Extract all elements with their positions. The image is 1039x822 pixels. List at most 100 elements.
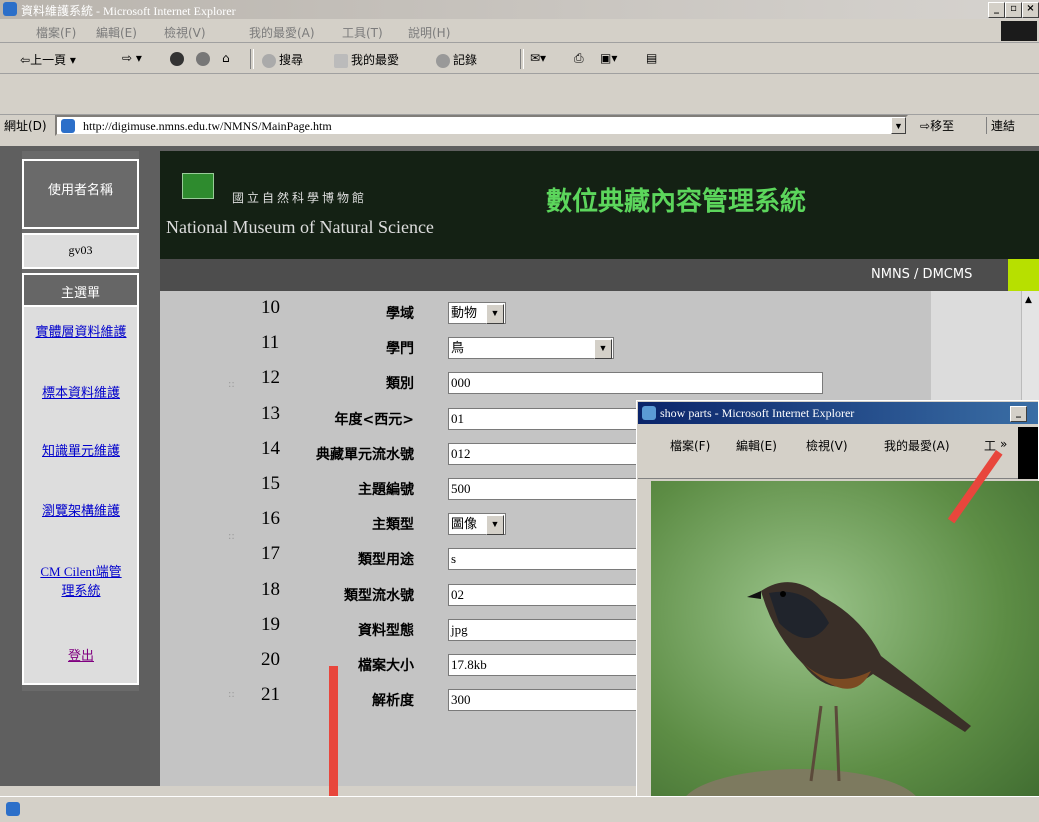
museum-logo-icon bbox=[182, 173, 214, 199]
menu-favorites[interactable]: 我的最愛(A) bbox=[249, 24, 315, 41]
toolbar-separator bbox=[250, 49, 254, 69]
field-select[interactable]: 圖像 ▼ bbox=[448, 513, 506, 536]
field-value: 動物 bbox=[451, 305, 478, 320]
field-value: 000 bbox=[451, 375, 471, 391]
go-label: 移至 bbox=[930, 119, 955, 133]
menu-edit[interactable]: 編輯(E) bbox=[96, 24, 137, 41]
back-label: 上一頁 bbox=[30, 53, 67, 67]
field-input[interactable]: 000 bbox=[448, 372, 823, 395]
popup-menu-edit[interactable]: 編輯(E) bbox=[736, 437, 777, 454]
search-icon bbox=[262, 53, 276, 68]
menu-help[interactable]: 說明(H) bbox=[408, 24, 450, 41]
window-title: 資料維護系統 - Microsoft Internet Explorer bbox=[21, 4, 236, 18]
chevron-down-icon[interactable]: ▼ bbox=[486, 304, 504, 324]
windows-logo-icon bbox=[1001, 21, 1037, 41]
popup-window: show parts - Microsoft Internet Explorer… bbox=[636, 400, 1039, 822]
mail-icon[interactable]: ✉▾ bbox=[530, 51, 546, 65]
sidebar: 使用者名稱 gv03 主選單 實體層資料維護 標本資料維護 知識單元維護 瀏覽架… bbox=[22, 151, 139, 691]
field-value: jpg bbox=[451, 621, 468, 637]
address-dropdown-icon[interactable]: ▼ bbox=[891, 117, 906, 134]
menu-tools[interactable]: 工具(T) bbox=[342, 24, 383, 41]
popup-title: show parts - Microsoft Internet Explorer bbox=[660, 406, 855, 420]
main-menu-label: 主選單 bbox=[22, 273, 139, 307]
forward-button[interactable]: ⇨ ▾ bbox=[122, 51, 142, 65]
go-button[interactable]: ⇨移至 bbox=[920, 117, 954, 134]
user-name: gv03 bbox=[22, 233, 139, 269]
page-icon bbox=[61, 119, 75, 133]
form-row: 11 學門鳥 ▼ bbox=[160, 332, 931, 367]
breadcrumb: NMNS / DMCMS bbox=[871, 267, 973, 282]
history-button[interactable]: 記錄 bbox=[436, 51, 477, 68]
field-value: 鳥 bbox=[451, 340, 465, 356]
status-bar bbox=[0, 796, 1039, 822]
sidebar-item-physical-data[interactable]: 實體層資料維護 bbox=[34, 321, 128, 340]
links-button[interactable]: 連結 bbox=[986, 117, 1015, 134]
sidebar-item-knowledge-unit[interactable]: 知識單元維護 bbox=[34, 440, 128, 459]
discuss-icon[interactable]: ▤ bbox=[646, 51, 657, 65]
bird-image bbox=[681, 582, 971, 809]
row-number: 19 bbox=[261, 613, 280, 635]
refresh-icon[interactable] bbox=[196, 51, 213, 66]
favorites-button[interactable]: 我的最愛 bbox=[334, 51, 399, 68]
sidebar-item-logout[interactable]: 登出 bbox=[34, 645, 128, 664]
popup-menu-file[interactable]: 檔案(F) bbox=[670, 437, 710, 454]
history-icon bbox=[436, 53, 450, 68]
sub-header: NMNS / DMCMS bbox=[160, 259, 1039, 291]
field-value: s bbox=[451, 551, 457, 567]
search-label: 搜尋 bbox=[279, 53, 304, 67]
popup-menu-chevron-icon[interactable]: » bbox=[1000, 437, 1007, 451]
back-button[interactable]: ⇦上一頁 ▾ bbox=[20, 51, 76, 68]
field-label: 類型流水號 bbox=[344, 587, 414, 604]
print-icon[interactable]: ⎙ bbox=[574, 51, 584, 66]
sidebar-item-cm-client[interactable]: CM Cilent端管理系統 bbox=[34, 561, 128, 599]
title-bar: 資料維護系統 - Microsoft Internet Explorer _ ▫… bbox=[0, 0, 1039, 19]
popup-menu-favorites[interactable]: 我的最愛(A) bbox=[884, 437, 950, 454]
row-number: 18 bbox=[261, 578, 280, 600]
toolbar: ⇦上一頁 ▾ ⇨ ▾ ⌂ 搜尋 我的最愛 記錄 ✉▾ ⎙ ▣▾ ▤ bbox=[0, 44, 1039, 74]
edit-icon[interactable]: ▣▾ bbox=[600, 51, 617, 65]
popup-ie-icon bbox=[642, 406, 656, 420]
row-number: 11 bbox=[261, 332, 280, 354]
history-label: 記錄 bbox=[453, 53, 478, 67]
home-icon[interactable]: ⌂ bbox=[222, 51, 230, 65]
address-label: 網址(D) bbox=[4, 119, 47, 133]
address-input[interactable]: http://digimuse.nmns.edu.tw/NMNS/MainPag… bbox=[55, 115, 908, 136]
maximize-button[interactable]: ▫ bbox=[1005, 2, 1022, 18]
ie-logo-icon bbox=[3, 2, 17, 16]
field-value: 012 bbox=[451, 445, 471, 461]
form-row: 10 學域 動物 ▼ bbox=[160, 297, 931, 332]
header-banner: 國立自然科學博物館 National Museum of Natural Sci… bbox=[160, 151, 1039, 259]
popup-minimize-button[interactable]: _ bbox=[1010, 406, 1027, 422]
field-value: 300 bbox=[451, 692, 471, 708]
field-value: 17.8kb bbox=[451, 657, 487, 672]
stop-icon[interactable] bbox=[170, 51, 187, 66]
field-value: 圖像 bbox=[451, 516, 478, 532]
popup-menu-view[interactable]: 檢視(V) bbox=[806, 437, 848, 454]
row-number: 10 bbox=[261, 297, 280, 318]
scroll-up-icon[interactable]: ▲ bbox=[1025, 295, 1032, 305]
field-value: 01 bbox=[451, 410, 464, 426]
row-number: 15 bbox=[261, 473, 280, 494]
sidebar-item-browse-structure[interactable]: 瀏覽架構維護 bbox=[34, 500, 128, 519]
chevron-down-icon[interactable]: ▼ bbox=[594, 339, 612, 360]
system-title: 數位典藏內容管理系統 bbox=[546, 187, 807, 217]
menu-file[interactable]: 檔案(F) bbox=[36, 24, 76, 41]
field-label: 年度<西元> bbox=[334, 411, 414, 428]
field-label: 主類型 bbox=[372, 517, 414, 534]
close-button[interactable]: × bbox=[1022, 2, 1039, 18]
menu-view[interactable]: 檢視(V) bbox=[164, 24, 206, 41]
toolbar-separator bbox=[520, 49, 524, 69]
address-url: http://digimuse.nmns.edu.tw/NMNS/MainPag… bbox=[83, 119, 332, 133]
field-select[interactable]: 動物 ▼ bbox=[448, 302, 506, 324]
toolbar-spacer bbox=[0, 75, 1039, 115]
minimize-button[interactable]: _ bbox=[988, 2, 1005, 18]
museum-name-cn: 國立自然科學博物館 bbox=[232, 191, 368, 205]
sidebar-item-specimen-data[interactable]: 標本資料維護 bbox=[34, 382, 128, 401]
search-button[interactable]: 搜尋 bbox=[262, 51, 303, 68]
field-select[interactable]: 鳥 ▼ bbox=[448, 337, 614, 360]
row-number: 14 bbox=[261, 437, 280, 459]
user-label: 使用者名稱 bbox=[22, 159, 139, 229]
field-label: 解析度 bbox=[372, 693, 414, 710]
chevron-down-icon[interactable]: ▼ bbox=[486, 515, 504, 536]
field-label: 類別 bbox=[386, 376, 414, 393]
